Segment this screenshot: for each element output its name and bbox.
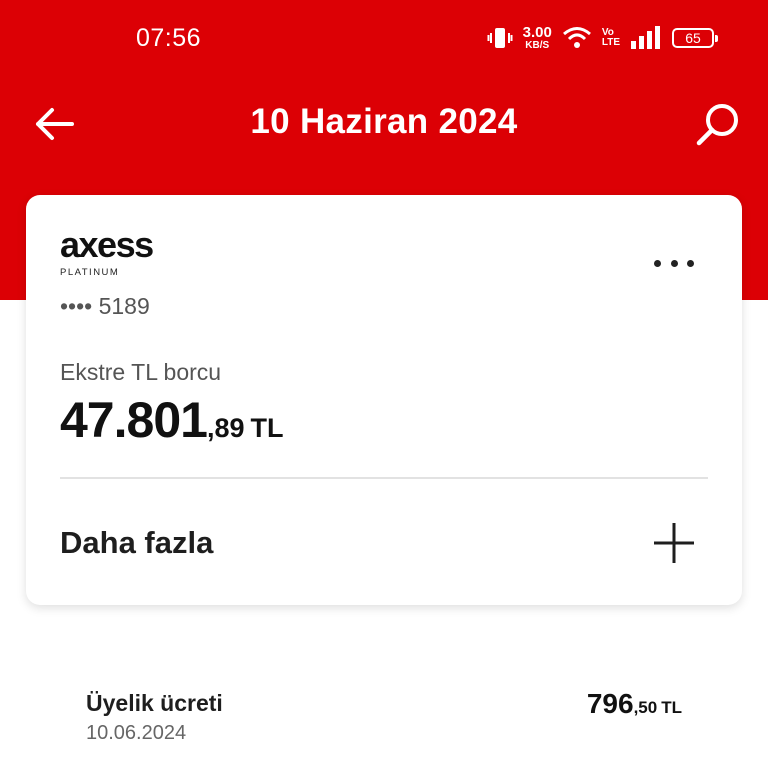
signal-icon	[631, 26, 660, 49]
brand-tier: PLATINUM	[60, 267, 120, 278]
search-button[interactable]	[692, 100, 742, 150]
more-details-button[interactable]: Daha fazla	[26, 495, 742, 591]
battery-icon: 65	[672, 28, 718, 48]
transaction-title: Üyelik ücreti	[86, 690, 223, 716]
amount-currency: TL	[250, 413, 284, 443]
more-details-label: Daha fazla	[60, 525, 214, 560]
transaction-amount-currency: TL	[661, 698, 682, 717]
transaction-amount-decimal: ,50	[633, 698, 658, 717]
more-horizontal-icon[interactable]	[654, 251, 694, 275]
amount-decimal: ,89	[206, 413, 245, 443]
dot	[687, 259, 694, 267]
network-speed-unit: KB/S	[525, 40, 550, 51]
volte-bottom: LTE	[601, 37, 620, 48]
wifi-icon	[562, 27, 591, 48]
transaction-date: 10.06.2024	[86, 722, 187, 744]
statement-label: Ekstre TL borcu	[60, 359, 222, 385]
battery-level: 65	[685, 30, 701, 46]
amount-integer: 47.801	[60, 392, 208, 448]
card-number: •••• 5189	[60, 293, 150, 319]
plus-icon	[654, 523, 694, 563]
network-speed-value: 3.00	[522, 24, 552, 41]
card-brand-logo: axess PLATINUM	[60, 224, 154, 279]
status-icons: 3.00 KB/S Vo LTE 65	[487, 22, 718, 54]
app-bar: 10 Haziran 2024	[0, 90, 768, 160]
status-time: 07:56	[136, 24, 202, 52]
brand-name: axess	[60, 224, 154, 265]
volte-indicator: Vo LTE	[602, 28, 620, 48]
vibrate-icon	[487, 28, 513, 48]
dot	[670, 259, 678, 267]
transaction-row[interactable]: Üyelik ücreti 10.06.2024 796,50 TL	[0, 680, 768, 750]
page-title: 10 Haziran 2024	[250, 102, 518, 141]
dot	[654, 259, 661, 267]
credit-card-summary: axess PLATINUM •••• 5189 Ekstre TL borcu…	[26, 195, 742, 605]
transaction-amount-integer: 796	[586, 688, 634, 719]
statement-amount: 47.801,89 TL	[60, 391, 283, 449]
transaction-amount: 796,50 TL	[587, 688, 682, 720]
status-bar: 07:56 3.00 KB/S Vo LTE 65	[0, 0, 768, 76]
network-speed: 3.00 KB/S	[523, 25, 552, 51]
screen: 07:56 3.00 KB/S Vo LTE 65 10 Haziran 202…	[0, 0, 768, 768]
divider	[60, 477, 708, 479]
search-icon	[696, 104, 738, 146]
